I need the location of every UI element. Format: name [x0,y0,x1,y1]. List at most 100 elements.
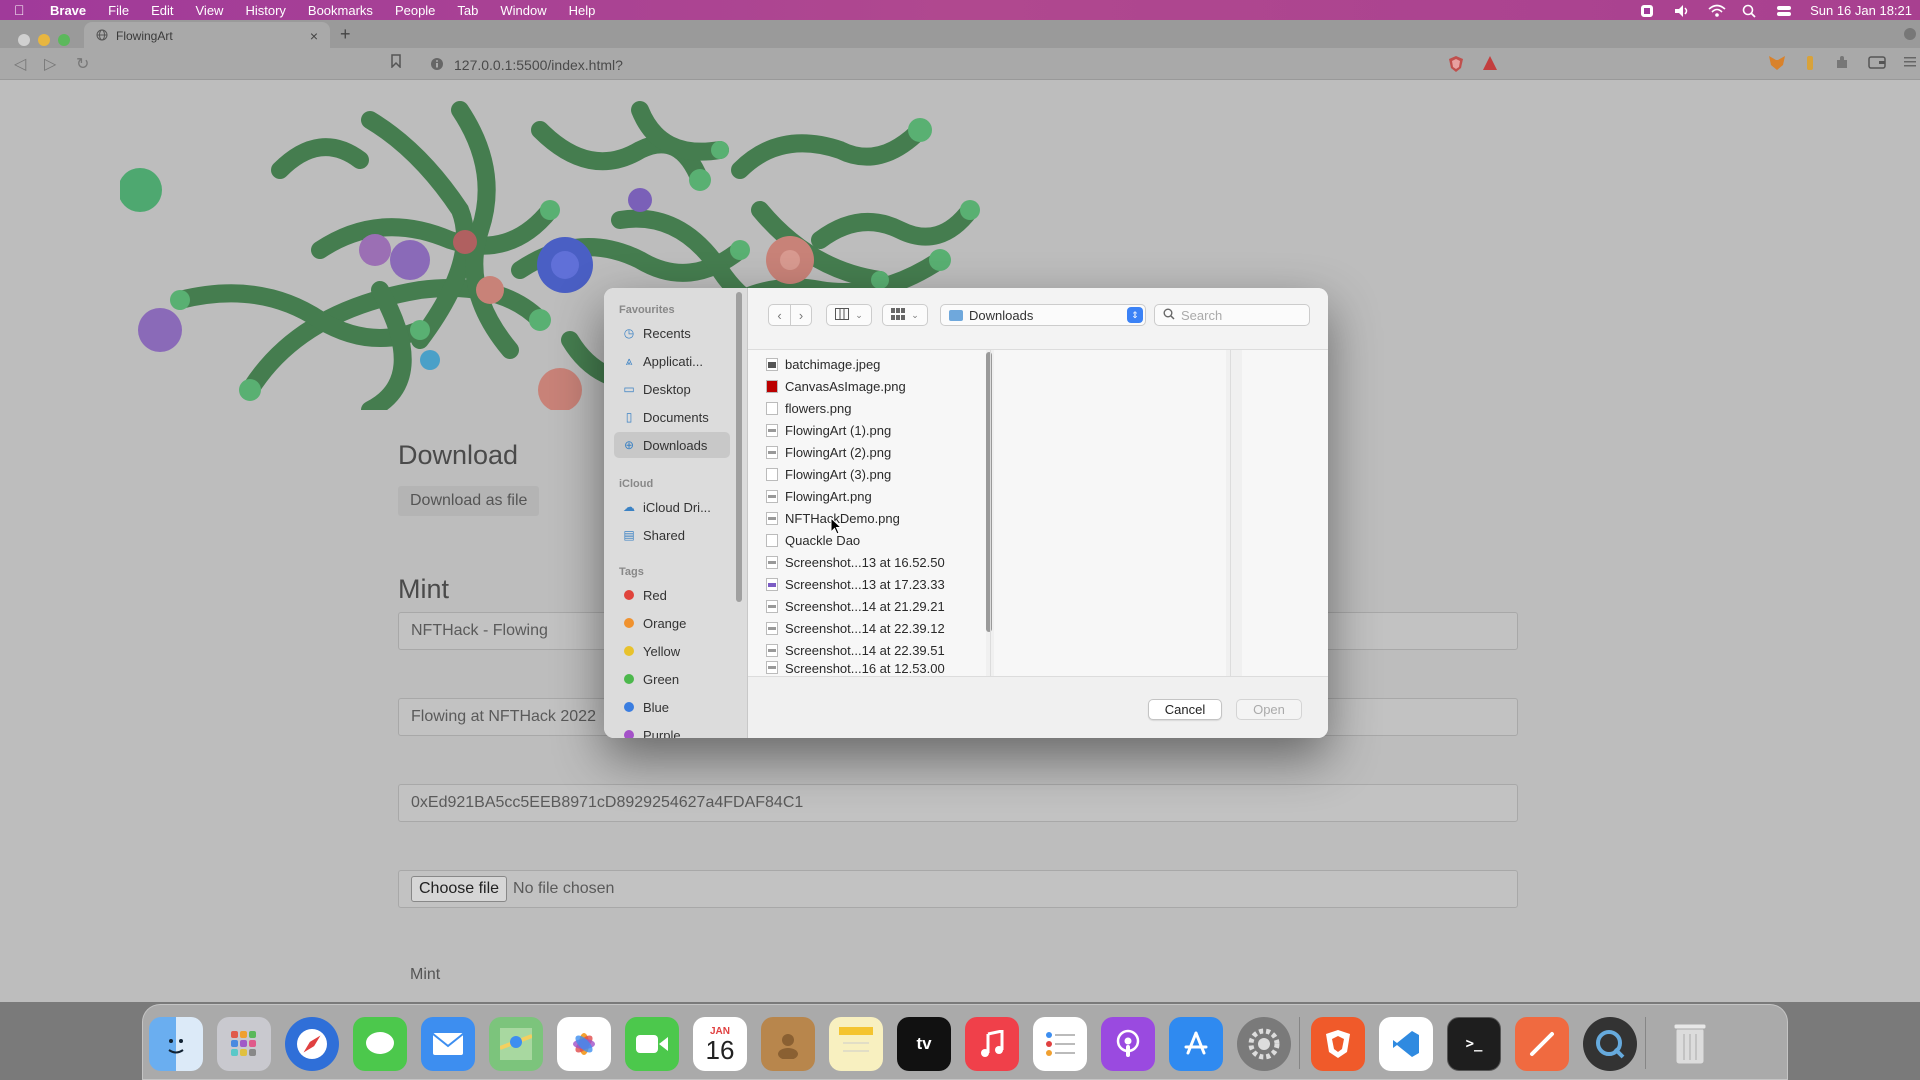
menu-edit[interactable]: Edit [151,3,173,18]
menu-file[interactable]: File [108,3,129,18]
file-list-scrollbar[interactable] [986,352,992,632]
facetime-icon[interactable] [625,1017,679,1071]
sidebar-tag-orange[interactable]: Orange [614,610,730,636]
choose-file-button[interactable]: Choose file [411,876,508,902]
open-button[interactable]: Open [1236,699,1302,720]
menu-tab[interactable]: Tab [457,3,478,18]
apple-tv-icon[interactable]: tv [897,1017,951,1071]
close-tab-icon[interactable]: × [310,28,318,44]
wallet-icon[interactable] [1868,55,1886,72]
sidebar-tag-purple[interactable]: Purple [614,722,730,738]
sidebar-scrollbar[interactable] [736,292,742,602]
dialog-forward-button[interactable]: › [790,304,812,326]
notes-icon[interactable] [829,1017,883,1071]
file-row[interactable]: Quackle Dao [766,529,860,551]
back-icon[interactable]: ◁ [14,54,26,74]
vscode-icon[interactable] [1379,1017,1433,1071]
file-row[interactable]: Screenshot...14 at 22.39.12 [766,617,945,639]
calendar-icon[interactable]: JAN 16 [693,1017,747,1071]
info-icon[interactable] [430,57,444,74]
spotlight-search-icon[interactable] [1742,4,1758,18]
file-row[interactable]: Screenshot...14 at 21.29.21 [766,595,945,617]
mint-button[interactable]: Mint [398,960,453,990]
file-row[interactable]: FlowingArt (1).png [766,419,891,441]
sidebar-item-applications[interactable]: ⩓ Applicati... [614,348,730,374]
quicktime-icon[interactable] [1583,1017,1637,1071]
menu-icon[interactable] [1904,55,1916,71]
messages-icon[interactable] [353,1017,407,1071]
wallet-address-input[interactable]: 0xEd921BA5cc5EEB8971cD8929254627a4FDAF84… [398,784,1518,822]
file-row[interactable]: Screenshot...13 at 17.23.33 [766,573,945,595]
bookmark-icon[interactable] [390,54,402,73]
trash-icon[interactable] [1663,1017,1717,1071]
extension-dot-icon[interactable] [1904,28,1916,40]
minimize-window-button[interactable] [38,34,50,46]
file-input[interactable]: Choose file No file chosen [398,870,1518,908]
file-row[interactable]: FlowingArt.png [766,485,872,507]
music-icon[interactable] [965,1017,1019,1071]
file-row[interactable]: Screenshot...13 at 16.52.50 [766,551,945,573]
forward-icon[interactable]: ▷ [44,54,56,74]
sidebar-item-icloud-drive[interactable]: ☁ iCloud Dri... [614,494,730,520]
terminal-icon[interactable]: >_ [1447,1017,1501,1071]
menubar-clock[interactable]: Sun 16 Jan 18:21 [1810,3,1912,18]
sidebar-item-recents[interactable]: ◷ Recents [614,320,730,346]
sidebar-item-downloads[interactable]: ⊕ Downloads [614,432,730,458]
group-by-button[interactable]: ⌄ [882,304,928,326]
reminders-icon[interactable] [1033,1017,1087,1071]
metamask-fox-icon[interactable] [1768,55,1786,74]
sidebar-item-documents[interactable]: ▯ Documents [614,404,730,430]
sidebar-tag-blue[interactable]: Blue [614,694,730,720]
location-popup[interactable]: Downloads ⇕ [940,304,1146,326]
column-divider[interactable] [990,350,991,676]
maps-icon[interactable] [489,1017,543,1071]
sidebar-tag-red[interactable]: Red [614,582,730,608]
new-tab-icon[interactable]: + [340,24,351,45]
zoom-window-button[interactable] [58,34,70,46]
file-row[interactable]: flowers.png [766,397,851,419]
safari-icon[interactable] [285,1017,339,1071]
extension-token-icon[interactable] [1804,55,1816,74]
reload-icon[interactable]: ↻ [76,54,89,74]
photos-icon[interactable] [557,1017,611,1071]
address-bar[interactable]: 127.0.0.1:5500/index.html? [430,55,1430,75]
brave-shields-icon[interactable] [1448,55,1464,76]
sidebar-tag-yellow[interactable]: Yellow [614,638,730,664]
control-center-icon[interactable] [1776,4,1792,16]
launchpad-icon[interactable] [217,1017,271,1071]
sidebar-item-desktop[interactable]: ▭ Desktop [614,376,730,402]
menu-help[interactable]: Help [569,3,596,18]
mail-icon[interactable] [421,1017,475,1071]
file-row[interactable]: CanvasAsImage.png [766,375,906,397]
sidebar-item-shared[interactable]: ▤ Shared [614,522,730,548]
menu-app-brave[interactable]: Brave [50,3,86,18]
finder-icon[interactable] [149,1017,203,1071]
wifi-icon[interactable] [1708,4,1726,17]
download-as-file-button[interactable]: Download as file [398,486,540,516]
dialog-back-button[interactable]: ‹ [768,304,790,326]
system-preferences-icon[interactable] [1237,1017,1291,1071]
column-divider[interactable] [1230,350,1231,676]
app-store-icon[interactable] [1169,1017,1223,1071]
volume-icon[interactable] [1674,4,1690,17]
screen-record-icon[interactable] [1640,4,1656,17]
menu-people[interactable]: People [395,3,435,18]
close-window-button[interactable] [18,34,30,46]
brave-rewards-icon[interactable] [1482,55,1498,74]
file-row[interactable]: Screenshot...16 at 12.53.00 [766,661,945,676]
cancel-button[interactable]: Cancel [1148,699,1222,720]
brave-icon[interactable] [1311,1017,1365,1071]
menu-history[interactable]: History [245,3,285,18]
menu-window[interactable]: Window [500,3,546,18]
contacts-icon[interactable] [761,1017,815,1071]
pencil-app-icon[interactable] [1515,1017,1569,1071]
view-columns-button[interactable]: ⌄ [826,304,872,326]
file-row[interactable]: batchimage.jpeg [766,353,880,375]
sidebar-tag-green[interactable]: Green [614,666,730,692]
menu-bookmarks[interactable]: Bookmarks [308,3,373,18]
apple-icon[interactable]:  [14,2,34,18]
tab-flowingart[interactable]: FlowingArt × [84,22,330,50]
file-row[interactable]: FlowingArt (3).png [766,463,891,485]
dialog-search-field[interactable]: Search [1154,304,1310,326]
menu-view[interactable]: View [196,3,224,18]
